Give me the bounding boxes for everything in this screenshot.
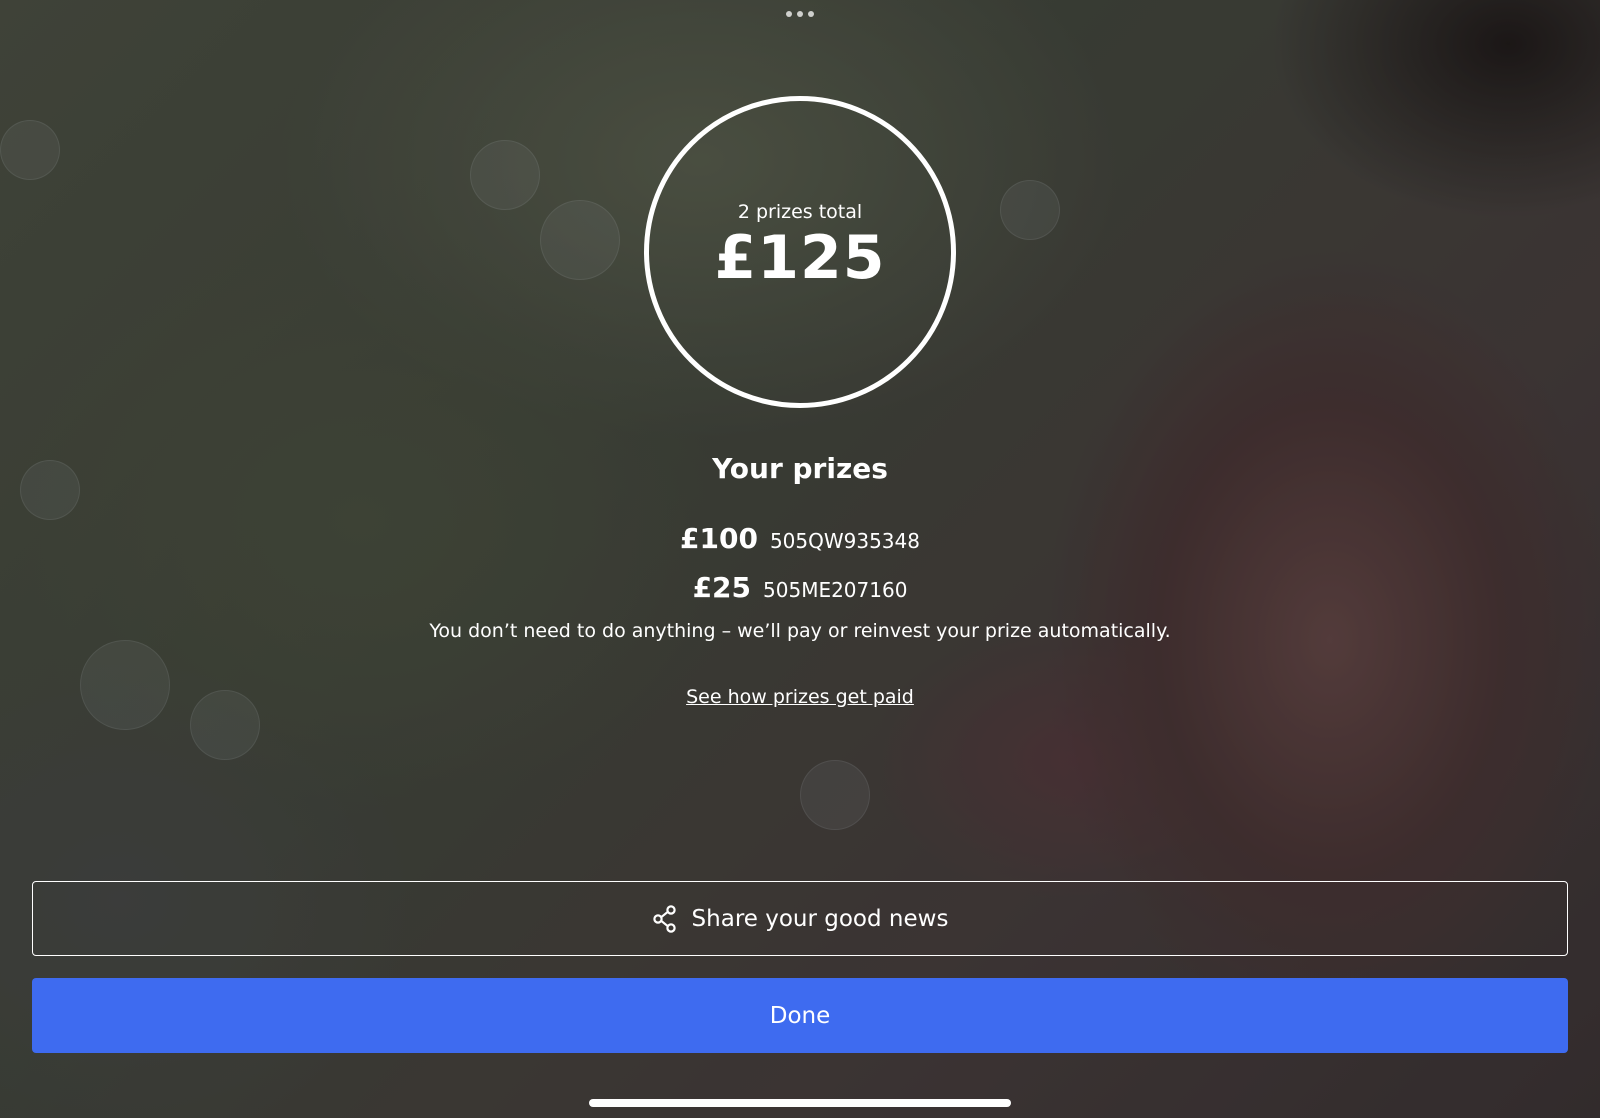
prize-row: £100 505QW935348 xyxy=(0,522,1600,555)
share-icon xyxy=(652,904,676,933)
share-button-label: Share your good news xyxy=(691,905,949,932)
prize-screen: 2 prizes total £125 Your prizes £100 505… xyxy=(0,0,1600,1118)
payout-info-link-row: See how prizes get paid xyxy=(0,686,1600,708)
grabber-dot xyxy=(808,11,814,17)
prizes-heading: Your prizes xyxy=(712,452,888,485)
prize-total-ring: 2 prizes total £125 xyxy=(644,96,956,408)
prizes-count-caption: 2 prizes total xyxy=(737,201,863,223)
prize-amount: £25 xyxy=(692,571,752,604)
grabber-dot xyxy=(797,11,803,17)
done-button-label: Done xyxy=(769,1002,831,1029)
grabber-dot xyxy=(786,11,792,17)
home-indicator xyxy=(589,1099,1011,1107)
sheet-grabber[interactable] xyxy=(786,11,814,17)
prize-total-amount: £125 xyxy=(714,223,886,293)
prize-bond-number: 505ME207160 xyxy=(763,578,908,602)
prize-row: £25 505ME207160 xyxy=(0,571,1600,604)
prize-bond-number: 505QW935348 xyxy=(769,529,920,553)
payout-note: You don’t need to do anything – we’ll pa… xyxy=(429,620,1171,642)
prize-amount: £100 xyxy=(680,522,758,555)
done-button[interactable]: Done xyxy=(32,978,1568,1053)
share-button[interactable]: Share your good news xyxy=(32,881,1568,956)
see-how-prizes-paid-link[interactable]: See how prizes get paid xyxy=(686,686,914,708)
